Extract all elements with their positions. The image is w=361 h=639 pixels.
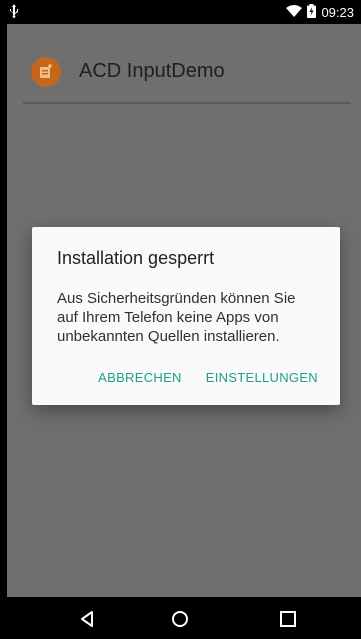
dialog-actions: ABBRECHEN EINSTELLUNGEN [98,370,318,385]
app-document-plus-icon [31,57,61,87]
app-title: ACD InputDemo [79,60,225,82]
recents-icon[interactable] [276,610,300,628]
settings-button[interactable]: EINSTELLUNGEN [206,370,318,385]
battery-icon [307,4,317,21]
wifi-icon [286,4,303,21]
dialog-title: Installation gesperrt [57,248,215,268]
header-divider [23,102,351,104]
clock-time: 09:23 [321,5,354,20]
home-icon[interactable] [168,610,192,628]
cancel-button[interactable]: ABBRECHEN [98,370,182,385]
navigation-bar [0,597,361,639]
dialog-message: Aus Sicherheitsgründen können Sie auf Ih… [57,290,296,345]
app-header: ACD InputDemo [7,24,361,104]
usb-icon [9,4,19,21]
status-bar: 09:23 [0,0,361,24]
back-icon[interactable] [76,610,100,628]
install-blocked-dialog: Installation gesperrt Aus Sicherheitsgrü… [32,227,340,405]
